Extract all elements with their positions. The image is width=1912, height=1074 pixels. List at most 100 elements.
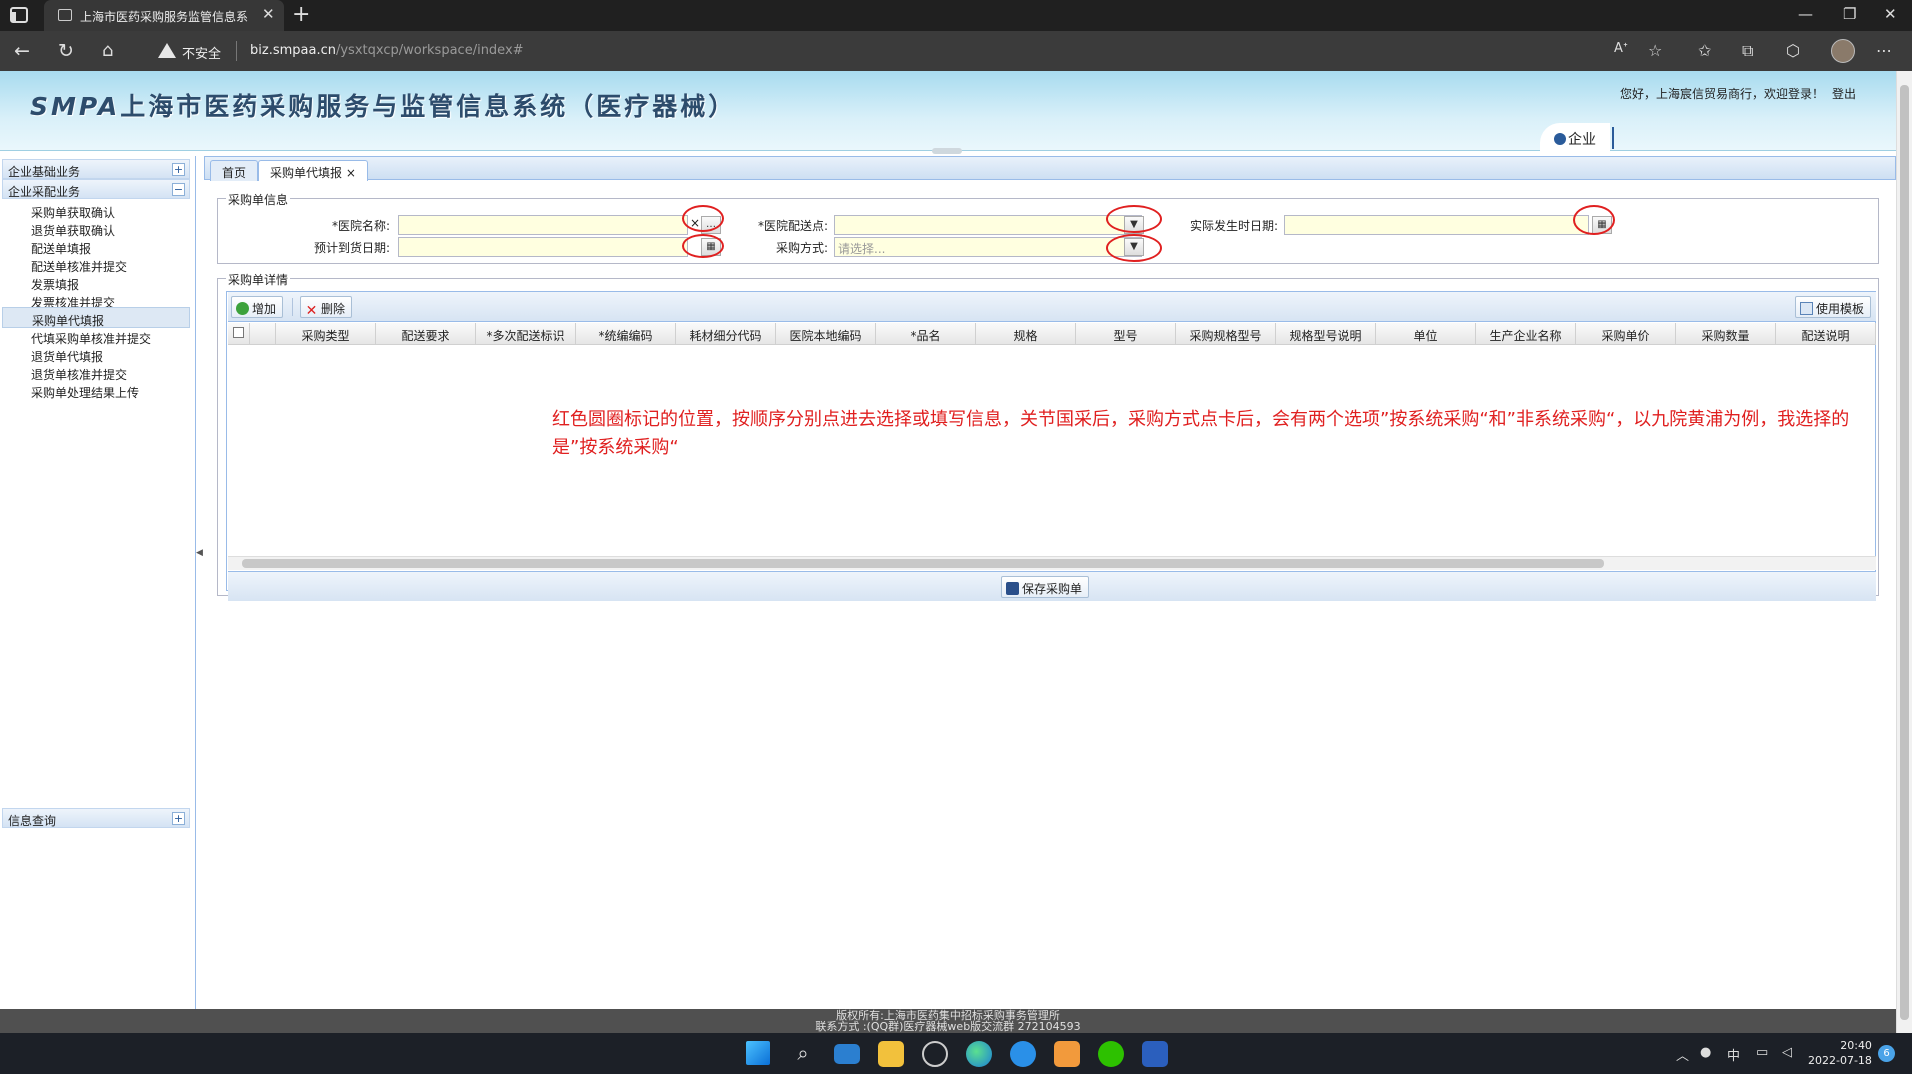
favorites-icon[interactable]: ✩: [1698, 41, 1711, 60]
annotation-note: 红色圆圈标记的位置，按顺序分别点进去选择或填写信息，关节国采后，采购方式点卡后，…: [552, 409, 1850, 458]
site-logo: SMPA上海市医药采购服务与监管信息系统（医疗器械）: [30, 87, 736, 123]
word-icon[interactable]: [1142, 1041, 1168, 1067]
column-header[interactable]: 规格: [976, 323, 1076, 345]
column-header[interactable]: *多次配送标识: [476, 323, 576, 345]
expected-date-input[interactable]: [398, 237, 688, 257]
select-all-checkbox[interactable]: [228, 323, 250, 345]
grid-header: 采购类型 配送要求 *多次配送标识 *统编编码 耗材细分代码 医院本地编码 *品…: [228, 323, 1876, 345]
save-order-button[interactable]: 保存采购单: [1001, 576, 1090, 598]
clock[interactable]: 20:40 2022-07-18: [1808, 1038, 1872, 1068]
expand-icon[interactable]: +: [172, 812, 185, 825]
column-header[interactable]: 配送说明: [1776, 323, 1876, 345]
collapse-icon[interactable]: −: [172, 183, 185, 196]
url-path: /ysxtqxcp/workspace/index#: [335, 43, 524, 58]
role-divider: [1612, 127, 1614, 149]
tab-actions-icon[interactable]: [10, 7, 28, 23]
sidebar-section-basic[interactable]: 企业基础业务 +: [2, 159, 190, 179]
notification-badge[interactable]: 6: [1878, 1045, 1895, 1062]
page-vertical-scrollbar[interactable]: [1896, 71, 1912, 1033]
url-field[interactable]: biz.smpaa.cn/ysxtqxcp/workspace/index#: [250, 43, 524, 58]
web-page: SMPA上海市医药采购服务与监管信息系统（医疗器械） 您好，上海宸信贸易商行，欢…: [0, 71, 1896, 1033]
back-icon[interactable]: ←: [14, 40, 30, 62]
column-header[interactable]: 采购数量: [1676, 323, 1776, 345]
page-footer: 版权所有:上海市医药集中招标采购事务管理所 联系方式 :(QQ群)医疗器械web…: [0, 1009, 1896, 1033]
site-banner: SMPA上海市医药采购服务与监管信息系统（医疗器械） 您好，上海宸信贸易商行，欢…: [0, 71, 1896, 154]
column-header[interactable]: *品名: [876, 323, 976, 345]
tab-purchase-order[interactable]: 采购单代填报 ×: [258, 160, 368, 181]
save-icon: [1006, 582, 1019, 595]
start-icon[interactable]: [746, 1041, 770, 1065]
column-header[interactable]: 单位: [1376, 323, 1476, 345]
volume-icon[interactable]: ◁: [1782, 1045, 1792, 1060]
add-favorite-icon[interactable]: ☆: [1648, 41, 1662, 60]
scrollbar-thumb[interactable]: [242, 559, 1604, 568]
sidebar-section-query[interactable]: 信息查询 +: [2, 808, 190, 828]
sidebar-item-selected[interactable]: 采购单代填报: [2, 307, 190, 328]
close-window-icon[interactable]: ✕: [1884, 5, 1897, 23]
banner-collapse-handle[interactable]: [932, 148, 962, 154]
home-icon[interactable]: ⌂: [102, 40, 113, 61]
column-header[interactable]: 采购类型: [276, 323, 376, 345]
user-greeting: 您好，上海宸信贸易商行，欢迎登录！ 登出: [1620, 85, 1856, 102]
ime-indicator[interactable]: 中: [1727, 1045, 1740, 1064]
close-tab-icon[interactable]: ✕: [262, 5, 275, 23]
close-tab-icon[interactable]: ×: [346, 166, 356, 180]
browser-icon[interactable]: [1010, 1041, 1036, 1067]
wechat-icon[interactable]: [1098, 1041, 1124, 1067]
column-header[interactable]: 耗材细分代码: [676, 323, 776, 345]
hospital-name-label: *医院名称:: [331, 219, 390, 233]
taskbar: ⌕ ︿ ● 中 ▭ ◁ 20:40 2022-07-18 6: [0, 1033, 1912, 1074]
sidebar-item[interactable]: 采购单处理结果上传: [2, 380, 190, 401]
expand-icon[interactable]: +: [172, 163, 185, 176]
grid-horizontal-scrollbar[interactable]: [228, 556, 1876, 570]
column-header[interactable]: 采购规格型号: [1176, 323, 1276, 345]
read-aloud-icon[interactable]: Aᐩ: [1614, 41, 1628, 56]
restore-icon[interactable]: ❐: [1843, 5, 1856, 23]
column-header[interactable]: 采购单价: [1576, 323, 1676, 345]
collections-icon[interactable]: ⧉: [1742, 41, 1753, 61]
new-tab-icon[interactable]: +: [292, 2, 310, 27]
extensions-icon[interactable]: ⬡: [1786, 41, 1800, 60]
insecure-label[interactable]: 不安全: [182, 43, 221, 62]
sidebar-splitter-icon[interactable]: ◀: [196, 548, 203, 574]
column-header[interactable]: 医院本地编码: [776, 323, 876, 345]
file-explorer-icon[interactable]: [878, 1041, 904, 1067]
delete-button[interactable]: ✕ 删除: [300, 296, 353, 319]
purchase-method-select[interactable]: 请选择...: [834, 237, 1142, 257]
sidebar-section-procurement[interactable]: 企业采配业务 −: [2, 179, 190, 199]
column-header[interactable]: 型号: [1076, 323, 1176, 345]
column-header[interactable]: 规格型号说明: [1276, 323, 1376, 345]
delete-icon: ✕: [305, 303, 318, 319]
logout-link[interactable]: 登出: [1832, 87, 1856, 101]
actual-date-input[interactable]: [1284, 215, 1589, 235]
column-header[interactable]: 生产企业名称: [1476, 323, 1576, 345]
profile-avatar[interactable]: [1831, 39, 1855, 63]
search-icon[interactable]: ⌕: [790, 1041, 816, 1067]
qq-icon[interactable]: ●: [1700, 1045, 1711, 1060]
page-tab-strip: 首页 采购单代填报 ×: [204, 156, 1896, 181]
edge-icon[interactable]: [966, 1041, 992, 1067]
save-button-label: 保存采购单: [1022, 582, 1083, 596]
tab-home[interactable]: 首页: [210, 160, 259, 181]
minimize-icon[interactable]: —: [1798, 5, 1813, 23]
sidebar: 企业基础业务 + 企业采配业务 − 采购单获取确认 退货单获取确认 配送单填报 配送…: [0, 156, 196, 1033]
annotation-circle: [1106, 234, 1162, 262]
browser-tab[interactable]: 上海市医药采购服务监管信息系 ✕: [44, 0, 284, 31]
role-tab[interactable]: 企业: [1540, 123, 1614, 151]
scrollbar-thumb[interactable]: [1900, 85, 1909, 1020]
refresh-icon[interactable]: ↻: [58, 40, 74, 62]
desktop-icon[interactable]: [834, 1044, 860, 1064]
warning-icon[interactable]: [158, 43, 176, 58]
add-button[interactable]: 增加: [231, 296, 284, 318]
delivery-point-select[interactable]: [834, 215, 1142, 235]
column-header[interactable]: 配送要求: [376, 323, 476, 345]
column-header[interactable]: *统编编码: [576, 323, 676, 345]
network-icon[interactable]: ▭: [1756, 1045, 1768, 1060]
hospital-name-input[interactable]: [398, 215, 688, 235]
app-icon[interactable]: [1054, 1041, 1080, 1067]
dell-icon[interactable]: [922, 1041, 948, 1067]
use-template-button[interactable]: 使用模板: [1795, 296, 1872, 318]
main-panel: 首页 采购单代填报 × 采购单信息 *医院名称: × … *医院配送点: ▼ 实…: [204, 156, 1896, 1033]
more-menu-icon[interactable]: ⋯: [1876, 41, 1892, 60]
tray-chevron-icon[interactable]: ︿: [1676, 1045, 1689, 1064]
